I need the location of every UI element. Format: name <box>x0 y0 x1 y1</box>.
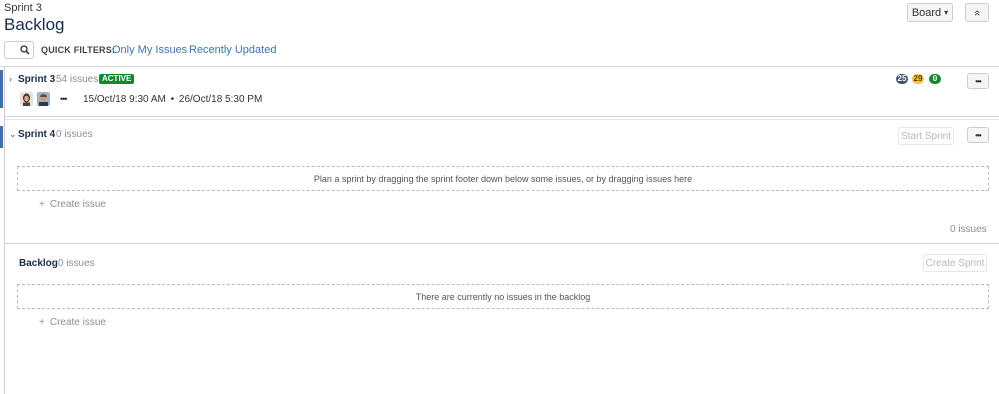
sprint-3-dates: 15/Oct/18 9:30 AM • 26/Oct/18 5:30 PM <box>83 94 262 105</box>
backlog-issue-count: 0 issues <box>58 258 95 269</box>
date-separator: • <box>170 94 175 105</box>
create-issue-label: Create issue <box>49 199 106 210</box>
sprint-4-footer-count: 0 issues <box>950 224 987 235</box>
breadcrumb[interactable]: Sprint 3 <box>4 2 42 14</box>
search-input[interactable] <box>4 41 34 59</box>
todo-count-badge: 25 <box>896 74 908 84</box>
done-count-badge: 0 <box>929 74 941 84</box>
sprint-4-actions-button[interactable]: ••• <box>967 127 989 143</box>
status-badge: ACTIVE <box>99 74 135 84</box>
page-title: Backlog <box>4 15 65 34</box>
board-button[interactable]: Board ▾ <box>907 3 953 22</box>
create-issue-link[interactable]: + Create issue <box>39 199 106 210</box>
sprint-3-issue-count: 54 issues <box>56 74 99 85</box>
backlog-drop-zone[interactable]: There are currently no issues in the bac… <box>17 284 989 309</box>
sprint-start-date: 15/Oct/18 9:30 AM <box>83 94 166 105</box>
divider <box>5 116 999 117</box>
start-sprint-button[interactable]: Start Sprint <box>898 127 954 145</box>
backlog-name: Backlog <box>19 258 58 269</box>
create-issue-link[interactable]: + Create issue <box>39 317 106 328</box>
chevron-down-icon[interactable]: ⌄ <box>9 129 17 140</box>
filter-only-my-issues[interactable]: Only My Issues <box>112 44 187 56</box>
in-progress-count-badge: 29 <box>912 74 924 84</box>
board-button-label: Board <box>911 6 942 19</box>
sprint-4-issue-count: 0 issues <box>56 129 93 140</box>
avatar[interactable] <box>37 92 50 106</box>
divider <box>0 66 999 67</box>
create-issue-label: Create issue <box>49 317 106 328</box>
collapse-header-button[interactable]: « <box>965 3 989 22</box>
side-panel-tab[interactable] <box>0 126 3 148</box>
sprint-3-actions-button[interactable]: ••• <box>967 73 989 89</box>
divider <box>5 119 999 120</box>
divider <box>5 243 999 244</box>
sprint-drop-zone[interactable]: Plan a sprint by dragging the sprint foo… <box>17 166 989 191</box>
sprint-3-name[interactable]: Sprint 3 <box>18 74 55 85</box>
filter-recently-updated[interactable]: Recently Updated <box>189 44 276 56</box>
more-assignees-icon[interactable]: ••• <box>60 94 68 104</box>
quick-filters-label: QUICK FILTERS: <box>41 45 116 55</box>
chevron-right-icon[interactable]: › <box>9 74 12 84</box>
double-chevron-up-icon: « <box>971 9 983 16</box>
plus-icon: + <box>39 317 45 328</box>
sprint-end-date: 26/Oct/18 5:30 PM <box>178 94 263 105</box>
avatar[interactable] <box>20 92 33 106</box>
more-icon: ••• <box>975 76 981 86</box>
chevron-down-icon: ▾ <box>944 8 949 17</box>
search-icon <box>20 45 30 55</box>
sprint-4-name[interactable]: Sprint 4 <box>18 129 55 140</box>
plus-icon: + <box>39 199 45 210</box>
create-sprint-button[interactable]: Create Sprint <box>923 254 987 272</box>
side-panel-tab[interactable] <box>0 70 3 108</box>
more-icon: ••• <box>975 130 981 140</box>
